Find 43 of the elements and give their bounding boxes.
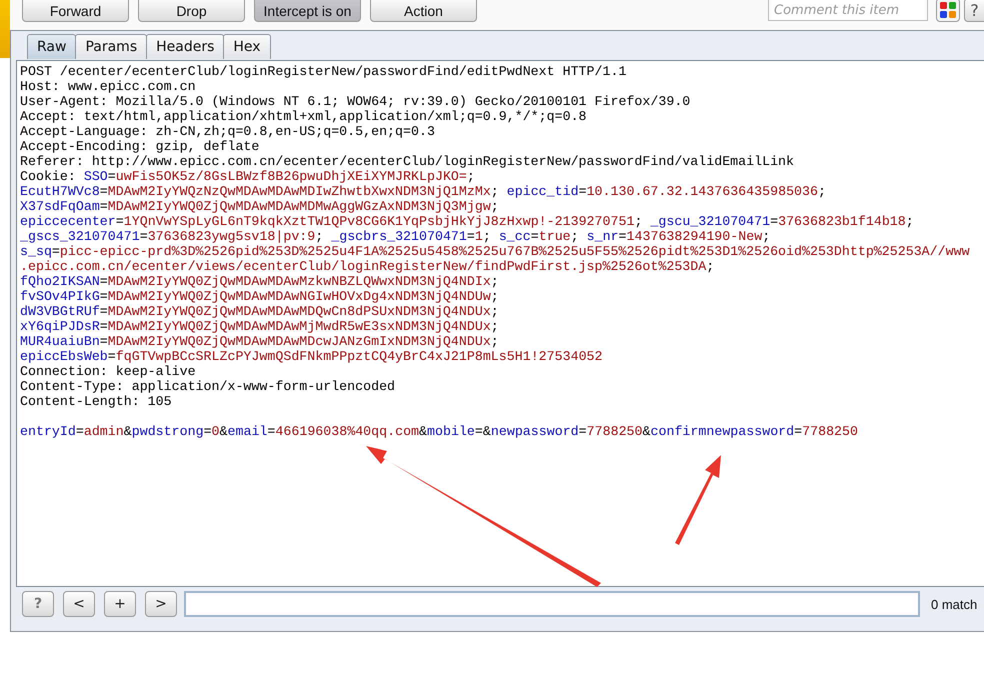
request-line: .epicc.com.cn/ecenter/views/ecenterClub/loginRegisterNew/findPwdFirst.jsp%2526ot%253DA;	[20, 259, 716, 274]
tab[interactable]: Hex	[223, 34, 271, 59]
intercept-toggle[interactable]: Intercept is on	[254, 0, 361, 22]
color-grid-icon[interactable]	[936, 0, 960, 22]
toolbar-button[interactable]: Action	[370, 0, 477, 22]
request-line: Accept-Language: zh-CN,zh;q=0.8,en-US;q=0.5,en;q=0.3	[20, 124, 436, 139]
request-line: epiccecenter=1YQnVwYSpLyGL6nT9kqkXztTW1QPv8CG6K1YqPsbjHkYjJ8zHxwp!-2139270751; _gscu_321070471=37636823b1f14b18;	[20, 214, 915, 229]
comment-field[interactable]: Comment this item	[768, 0, 928, 21]
request-line: EcutH7WVc8=MDAwM2IyYWQzNzQwMDAwMDAwMDIwZhwtbXwxNDM3NjQ1MzMx; epicc_tid=10.130.67.32.1437636435985036;	[20, 184, 827, 199]
request-line: xY6qiPJDsR=MDAwM2IyYWQ0ZjQwMDAwMDAwMjMwdR5wE3sxNDM3NjQ4NDUx;	[20, 319, 500, 334]
toolbar-button[interactable]: Drop	[138, 0, 245, 22]
request-line: Accept-Encoding: gzip, deflate	[20, 139, 260, 154]
request-line: dW3VBGtRUf=MDAwM2IyYWQ0ZjQwMDAwMDAwMDQwCn8dPSUxNDM3NjQ4NDUx;	[20, 304, 500, 319]
request-line: s_sq=picc-epicc-prd%3D%2526pid%253D%2525u4F1A%2525u5458%2525u767B%2525u5F55%2526pidt%253D1%2526oid%253Dhttp%25253A//www	[20, 244, 971, 259]
help-button[interactable]: ?	[964, 0, 984, 22]
match-count: 0 match	[931, 596, 978, 612]
side-strip	[0, 0, 10, 58]
request-line: fQho2IKSAN=MDAwM2IyYWQ0ZjQwMDAwMDAwMzkwNBZLQWwxNDM3NjQ4NDIx;	[20, 274, 500, 289]
search-button[interactable]: <	[63, 591, 95, 617]
tab[interactable]: Headers	[146, 34, 224, 59]
request-line: User-Agent: Mozilla/5.0 (Windows NT 6.1; WOW64; rv:39.0) Gecko/20100101 Firefox/39.0	[20, 94, 692, 109]
search-field[interactable]	[184, 591, 920, 617]
request-line: fvSOv4PIkG=MDAwM2IyYWQ0ZjQwMDAwMDAwNGIwHOVxDg4xNDM3NjQ4NDUw;	[20, 289, 500, 304]
request-line: MUR4uaiuBn=MDAwM2IyYWQ0ZjQwMDAwMDAwMDcwJANzGmIxNDM3NjQ4NDUx;	[20, 334, 500, 349]
search-button[interactable]: +	[104, 591, 136, 617]
search-button[interactable]: >	[145, 591, 177, 617]
tab[interactable]: Params	[75, 34, 148, 59]
request-line: Connection: keep-alive	[20, 364, 197, 379]
request-line: Cookie: SSO=uwFis5OK5z/8GsLBWzf8B26pwuDhjXEiXYMJRKLpJKO=;	[20, 169, 476, 184]
request-line: _gscs_321070471=37636823ywg5sv18|pv:9; _gscbrs_321070471=1; s_cc=true; s_nr=1437638294190-New;	[20, 229, 772, 244]
tab[interactable]: Raw	[27, 34, 76, 59]
request-body: entryId=admin&pwdstrong=0&email=466196038%40qq.com&mobile=&newpassword=7788250&confirmnewpassword=7788250	[20, 424, 859, 439]
search-button[interactable]: ?	[22, 591, 54, 617]
request-line: Content-Length: 105	[20, 394, 173, 409]
toolbar-button[interactable]: Forward	[22, 0, 129, 22]
request-line: Referer: http://www.epicc.com.cn/ecenter/ecenterClub/loginRegisterNew/passwordFind/validEmailLink	[20, 154, 796, 169]
request-line: Accept: text/html,application/xhtml+xml,application/xml;q=0.9,*/*;q=0.8	[20, 109, 588, 124]
request-line: Host: www.epicc.com.cn	[20, 79, 197, 94]
request-editor[interactable]	[16, 60, 984, 587]
request-line: POST /ecenter/ecenterClub/loginRegisterNew/passwordFind/editPwdNext HTTP/1.1	[20, 64, 628, 79]
request-line: Content-Type: application/x-www-form-urlencoded	[20, 379, 396, 394]
request-line: X37sdFqOam=MDAwM2IyYWQ0ZjQwMDAwMDAwMDMwAggWGzAxNDM3NjQ3Mjgw;	[20, 199, 500, 214]
request-line: epiccEbsWeb=fqGTVwpBCcSRLZcPYJwmQSdFNkmPPpztCQ4yBrC4xJ21P8mLs5H1!27534052	[20, 349, 604, 364]
